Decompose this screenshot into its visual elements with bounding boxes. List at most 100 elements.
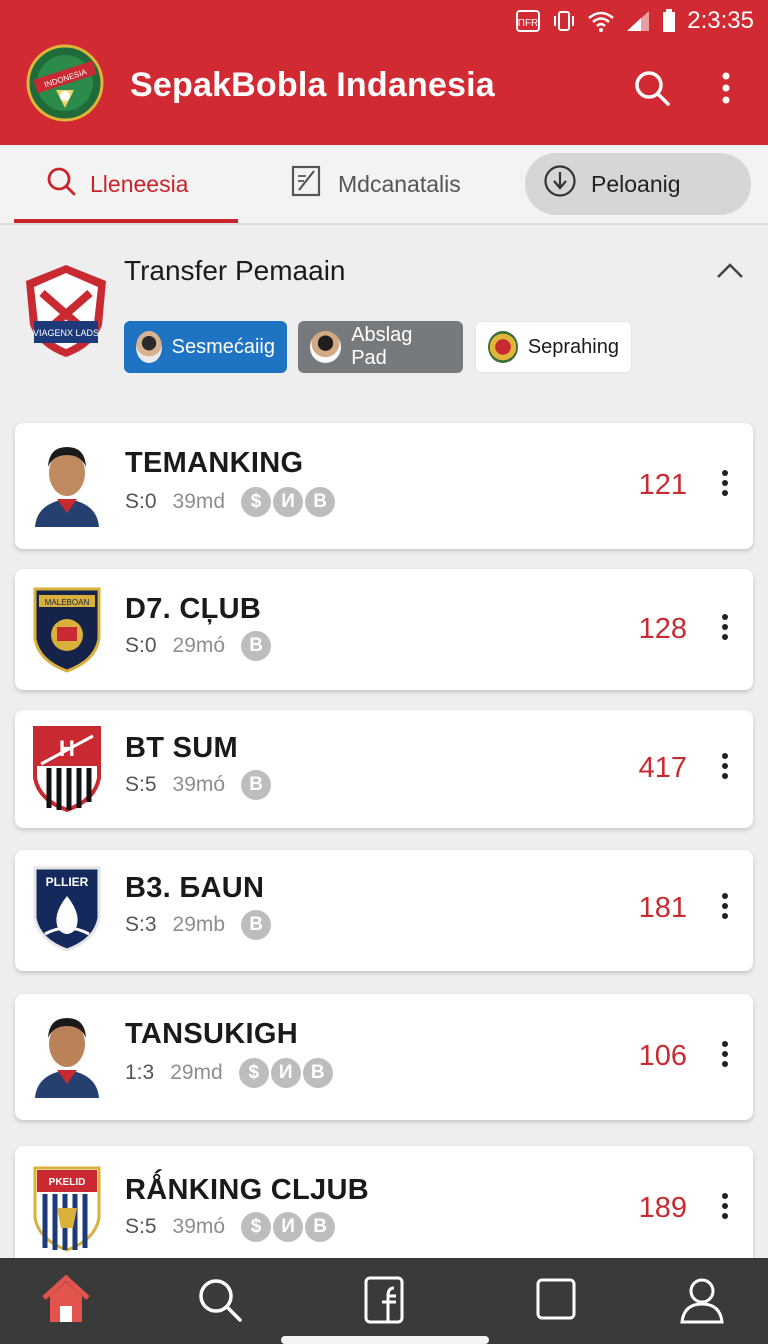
- svg-text:PKELID: PKELID: [49, 1177, 86, 1188]
- svg-text:PLLIER: PLLIER: [46, 875, 89, 889]
- avatar: [310, 331, 342, 363]
- search-icon: [46, 166, 76, 202]
- item-meta: S:3 29mb B: [125, 910, 272, 940]
- header-more-icon[interactable]: [712, 70, 740, 110]
- item-stat: S:0: [125, 490, 157, 513]
- club-crest: PKELID: [31, 1164, 103, 1254]
- coin-icon: $: [241, 1212, 272, 1242]
- list-item[interactable]: TANSUKIGH 1:3 29md $ И B 106: [15, 994, 753, 1120]
- list-item[interactable]: MALEBOAN D7. CĻUB S:0 29mó B 128: [15, 569, 753, 690]
- download-circle-icon: [543, 164, 577, 204]
- item-more-icon[interactable]: [715, 1192, 735, 1224]
- item-stat: S:5: [125, 1215, 157, 1238]
- facebook-icon[interactable]: [360, 1274, 412, 1326]
- item-more-icon[interactable]: [715, 469, 735, 501]
- player-photo: [31, 1008, 103, 1098]
- svg-text:VIAGENX LADS: VIAGENX LADS: [33, 328, 99, 338]
- transfer-title: Transfer Pemaain: [124, 255, 346, 286]
- notification-icon: ΠFR: [515, 8, 541, 34]
- wifi-icon: [587, 9, 615, 33]
- filter-chip-2[interactable]: Abslag Pad: [298, 321, 463, 373]
- item-more-icon[interactable]: [715, 613, 735, 645]
- coin-icon: B: [241, 631, 272, 661]
- coin-icon: B: [241, 910, 272, 940]
- bottom-nav: [0, 1258, 768, 1344]
- item-stat: 1:3: [125, 1061, 155, 1084]
- tab-peloanig[interactable]: Peloanig: [525, 153, 751, 215]
- profile-icon[interactable]: [676, 1274, 728, 1326]
- item-time: 29mó: [172, 634, 226, 657]
- item-meta: S:5 39mó B: [125, 770, 272, 800]
- chip-label: Seprahing: [527, 335, 619, 358]
- app-bar: ΠFR 2:3:35 INDONESIA SepakBobla Indanesi…: [0, 0, 768, 145]
- battery-icon: [661, 9, 677, 33]
- coin-badges: B: [241, 910, 272, 940]
- item-time: 39mó: [172, 1215, 226, 1238]
- item-stat: S:3: [125, 913, 157, 936]
- item-score: 417: [638, 752, 687, 784]
- chip-label: Sesmećaiig: [171, 335, 275, 358]
- status-time: 2:3:35: [687, 7, 754, 34]
- item-name: B3. БAUN: [125, 872, 265, 904]
- tab-label: Peloanig: [591, 170, 681, 197]
- item-name: BT SUM: [125, 732, 238, 764]
- status-bar: ΠFR 2:3:35: [515, 6, 754, 36]
- coin-icon: B: [305, 1212, 336, 1242]
- item-time: 39mó: [172, 773, 226, 796]
- item-score: 128: [638, 613, 687, 645]
- coin-badges: $ И B: [241, 1212, 336, 1242]
- coin-icon: И: [273, 487, 304, 517]
- item-stat: S:0: [125, 634, 157, 657]
- coin-icon: $: [241, 487, 272, 517]
- search-icon[interactable]: [194, 1274, 246, 1326]
- app-logo[interactable]: INDONESIA: [26, 38, 104, 128]
- item-meta: 1:3 29md $ И B: [125, 1058, 333, 1088]
- item-more-icon[interactable]: [715, 1040, 735, 1072]
- item-time: 29md: [170, 1061, 223, 1084]
- item-stat: S:5: [125, 773, 157, 796]
- tab-label: Lleneesia: [90, 170, 189, 197]
- item-time: 29mb: [172, 913, 226, 936]
- club-crest: MALEBOAN: [31, 585, 103, 675]
- coin-badges: B: [241, 631, 272, 661]
- home-indicator[interactable]: [281, 1336, 489, 1344]
- list-item[interactable]: PLLIER B3. БAUN S:3 29mb B 181: [15, 850, 753, 971]
- item-score: 189: [638, 1192, 687, 1224]
- close-icon[interactable]: [712, 255, 748, 291]
- tab-lleneesia[interactable]: Lleneesia: [46, 145, 188, 223]
- item-more-icon[interactable]: [715, 892, 735, 924]
- square-icon[interactable]: [530, 1274, 582, 1326]
- list-item[interactable]: PKELID RǺNKING CLJUB S:5 39mó $ И B 189: [15, 1146, 753, 1276]
- list-item[interactable]: H BT SUM S:5 39mó B 417: [15, 710, 753, 828]
- item-meta: S:0 29mó B: [125, 631, 272, 661]
- chip-label: Abslag Pad: [351, 324, 413, 369]
- header-search-icon[interactable]: [632, 68, 672, 108]
- tab-mdcanatalis[interactable]: Mdcanatalis: [290, 145, 461, 223]
- vibrate-icon: [551, 8, 577, 34]
- item-score: 106: [638, 1040, 687, 1072]
- item-name: RǺNKING CLJUB: [125, 1174, 369, 1206]
- item-name: D7. CĻUB: [125, 593, 262, 625]
- transfer-section: VIAGENX LADS Transfer Pemaain Sesmećaiig…: [0, 227, 768, 407]
- coin-icon: B: [241, 770, 272, 800]
- transfer-badge: VIAGENX LADS: [24, 263, 108, 359]
- coin-icon: $: [238, 1058, 269, 1088]
- coin-icon: И: [273, 1212, 304, 1242]
- list-item[interactable]: TEMANKING S:0 39md $ И B 121: [15, 423, 753, 549]
- notepad-icon: [290, 164, 324, 204]
- club-crest: PLLIER: [31, 864, 103, 954]
- crest-icon: [488, 331, 518, 363]
- item-time: 39md: [172, 490, 226, 513]
- tab-bar: Lleneesia Mdcanatalis Peloanig: [0, 145, 768, 225]
- item-meta: S:5 39mó $ И B: [125, 1212, 336, 1242]
- item-more-icon[interactable]: [715, 752, 735, 784]
- item-name: TEMANKING: [125, 447, 304, 479]
- filter-chip-1[interactable]: Sesmećaiig: [124, 321, 287, 373]
- coin-icon: B: [302, 1058, 333, 1088]
- player-photo: [31, 437, 103, 527]
- filter-chip-3[interactable]: Seprahing: [475, 321, 632, 373]
- item-score: 181: [638, 892, 687, 924]
- svg-text:MALEBOAN: MALEBOAN: [45, 598, 90, 607]
- home-icon[interactable]: [40, 1274, 92, 1326]
- coin-badges: $ И B: [241, 487, 336, 517]
